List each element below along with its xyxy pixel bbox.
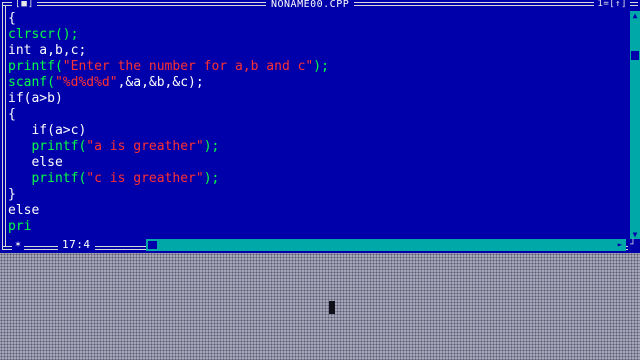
dos-screen: [■] NONAME00.CPP 1=[↑] {clrscr(); int a,b… <box>0 0 640 360</box>
resize-corner-icon[interactable]: ┘ <box>628 239 638 251</box>
code-token: pri <box>8 219 32 234</box>
code-line[interactable]: printf("a is greather"); <box>8 139 620 155</box>
code-token: int a,b,c; <box>8 43 87 58</box>
code-token: ); <box>313 59 329 74</box>
code-token: scanf( <box>8 75 55 90</box>
zoom-button[interactable]: 1=[↑] <box>594 0 630 9</box>
cursor-position: 17:4 <box>58 239 95 251</box>
code-line[interactable]: { <box>8 11 620 27</box>
vertical-scrollbar[interactable]: ▲ ▼ <box>630 11 640 239</box>
desktop-background <box>0 253 640 360</box>
code-line[interactable]: scanf("%d%d%d",&a,&b,&c); <box>8 75 620 91</box>
window-frame-left <box>2 2 3 250</box>
code-line[interactable]: pri <box>8 219 620 235</box>
code-line[interactable]: { <box>8 107 620 123</box>
mouse-cursor-icon <box>329 301 335 314</box>
window-title: NONAME00.CPP <box>266 0 355 10</box>
code-token: ,&a,&b,&c); <box>117 75 204 90</box>
window-frame-left-inner <box>5 5 6 247</box>
code-line[interactable]: else <box>8 155 620 171</box>
scroll-right-arrow-icon[interactable]: ► <box>614 239 626 251</box>
modified-indicator-icon: ✶ <box>12 239 25 251</box>
code-token: else <box>8 203 40 218</box>
code-token: printf( <box>8 59 63 74</box>
code-token: printf( <box>8 139 87 154</box>
code-token: { <box>8 11 16 26</box>
code-token: if(a>b) <box>8 91 63 106</box>
horizontal-scrollbar[interactable]: ◄ ► <box>146 239 626 251</box>
code-line[interactable]: } <box>8 187 620 203</box>
close-box-button[interactable]: [■] <box>12 0 38 9</box>
code-token: printf( <box>8 171 87 186</box>
code-token: "Enter the number for a,b and c" <box>62 59 314 74</box>
code-token: ); <box>203 171 220 186</box>
code-line[interactable]: printf("Enter the number for a,b and c")… <box>8 59 620 75</box>
scroll-up-arrow-icon[interactable]: ▲ <box>630 11 640 20</box>
code-token: "c is greather" <box>86 171 204 186</box>
code-token: "%d%d%d" <box>54 75 118 90</box>
code-line[interactable]: clrscr(); <box>8 27 620 43</box>
code-line[interactable]: int a,b,c; <box>8 43 620 59</box>
code-token: } <box>8 187 16 202</box>
code-token: if(a>c) <box>8 123 87 138</box>
code-token: else <box>8 155 63 170</box>
code-line[interactable]: else <box>8 203 620 219</box>
code-token: { <box>8 107 16 122</box>
code-editor[interactable]: {clrscr(); int a,b,c; printf("Enter the nu… <box>8 11 620 237</box>
code-token: ); <box>203 139 220 154</box>
code-line[interactable]: if(a>c) <box>8 123 620 139</box>
code-line[interactable]: if(a>b) <box>8 91 620 107</box>
editor-window[interactable]: [■] NONAME00.CPP 1=[↑] {clrscr(); int a,b… <box>0 0 640 253</box>
code-line[interactable]: printf("c is greather"); <box>8 171 620 187</box>
status-row: ✶ 17:4 ◄ ► ┘ <box>0 239 640 251</box>
vertical-scroll-thumb[interactable] <box>631 51 639 60</box>
code-token: "a is greather" <box>86 139 204 154</box>
scroll-down-arrow-icon[interactable]: ▼ <box>630 230 640 239</box>
horizontal-scroll-thumb[interactable] <box>148 241 157 249</box>
code-token: clrscr(); <box>8 27 79 42</box>
